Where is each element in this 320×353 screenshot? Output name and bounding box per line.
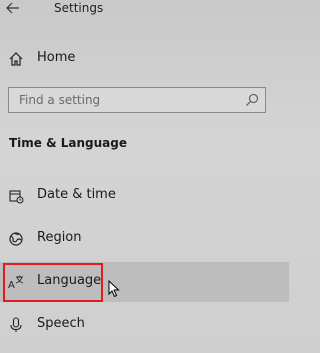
back-arrow-icon bbox=[6, 2, 19, 14]
nav-item-label: Home bbox=[37, 50, 76, 65]
title-bar: Settings bbox=[0, 0, 289, 20]
search-input[interactable]: Find a setting bbox=[8, 87, 266, 113]
mouse-cursor-icon bbox=[108, 280, 120, 298]
language-icon: A bbox=[8, 275, 24, 290]
search-placeholder: Find a setting bbox=[19, 93, 101, 107]
nav-item-language[interactable]: A Language bbox=[0, 262, 289, 302]
date-time-icon bbox=[9, 190, 24, 204]
nav-item-label: Speech bbox=[37, 316, 85, 331]
back-button[interactable] bbox=[0, 0, 24, 20]
microphone-icon bbox=[10, 317, 22, 332]
nav-item-region[interactable]: Region bbox=[0, 219, 289, 259]
nav-item-label: Language bbox=[37, 273, 102, 288]
nav-item-home[interactable]: Home bbox=[0, 39, 289, 79]
app-title: Settings bbox=[54, 1, 104, 15]
nav-item-speech[interactable]: Speech bbox=[0, 305, 289, 345]
nav-item-date-time[interactable]: Date & time bbox=[0, 176, 289, 216]
section-title: Time & Language bbox=[9, 136, 128, 150]
nav-item-label: Region bbox=[37, 230, 82, 245]
home-icon bbox=[9, 52, 23, 66]
svg-text:A: A bbox=[8, 280, 15, 290]
globe-icon bbox=[9, 232, 23, 246]
search-icon[interactable] bbox=[245, 93, 259, 107]
nav-item-label: Date & time bbox=[37, 187, 116, 202]
